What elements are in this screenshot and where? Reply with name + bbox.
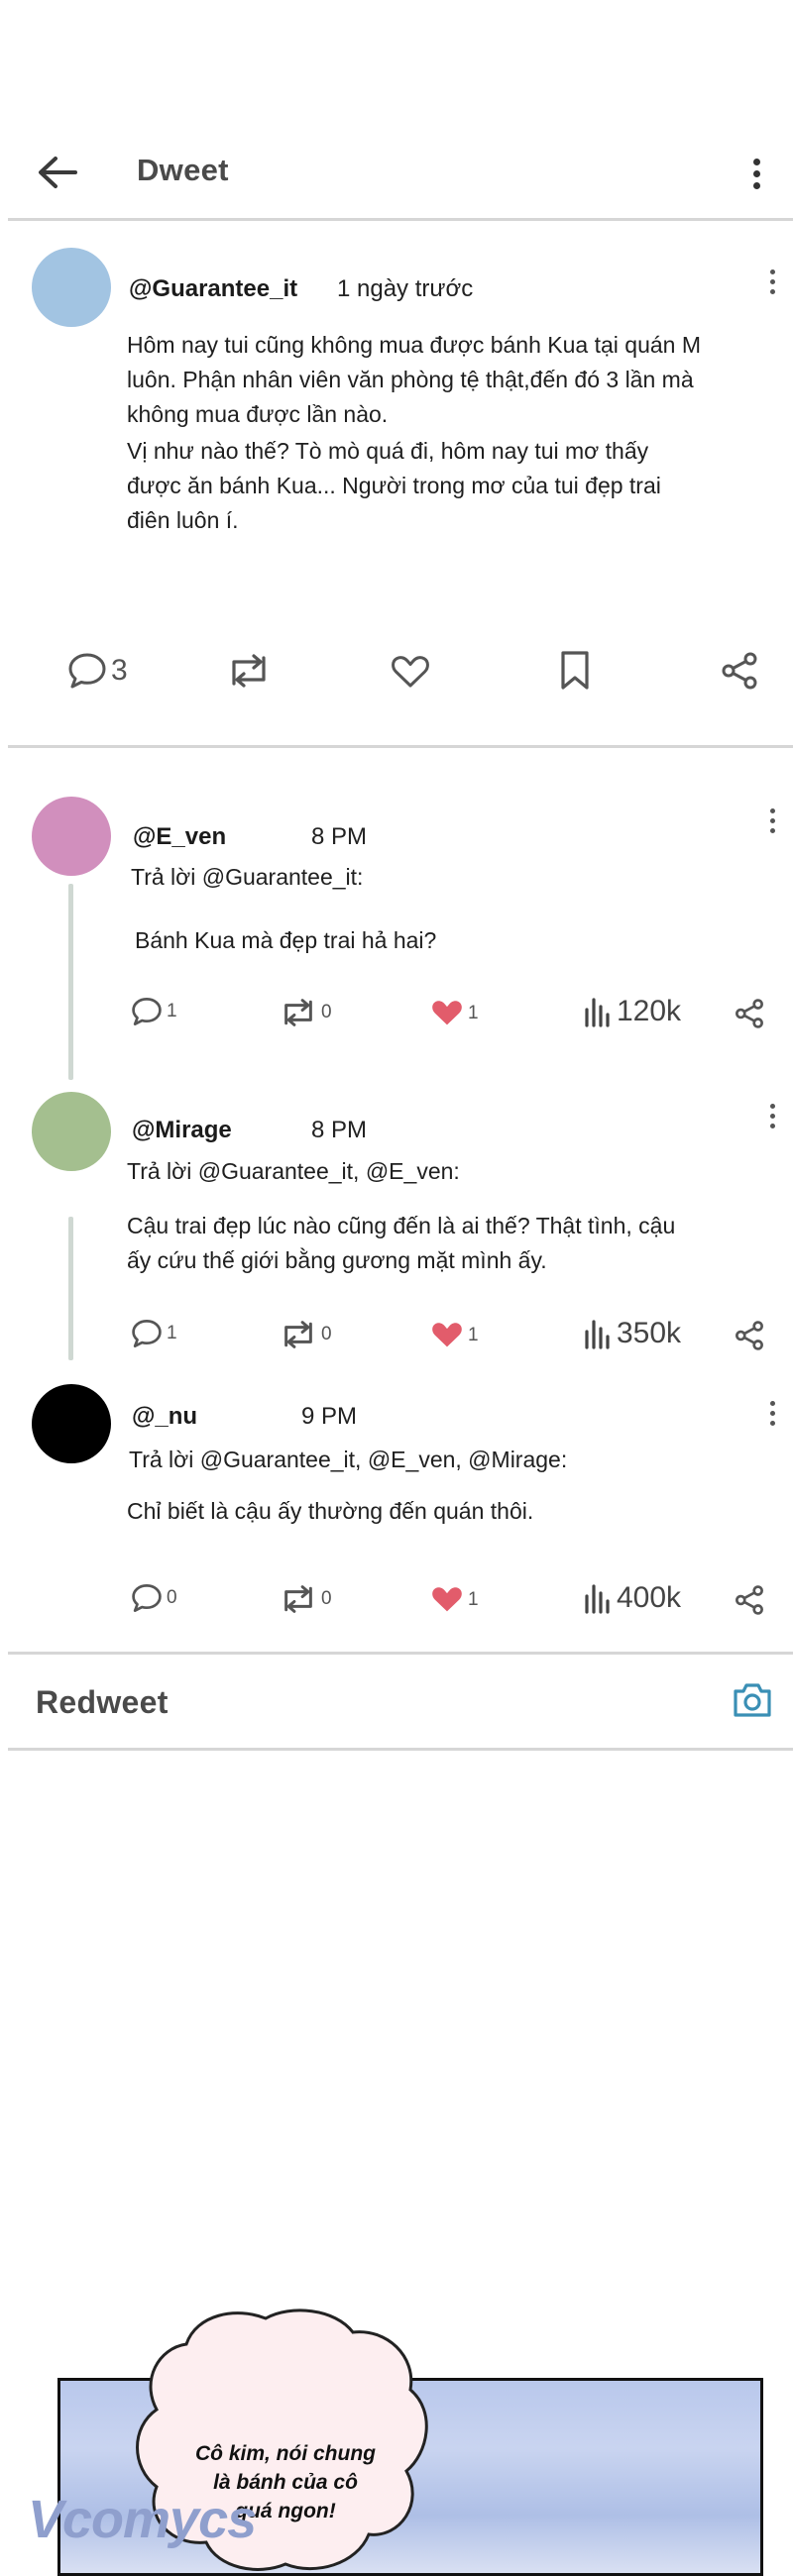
more-vertical-icon (753, 159, 760, 165)
share-icon (720, 652, 759, 690)
post-body-1: Hôm nay tui cũng không mua được bánh Kua… (127, 332, 701, 427)
avatar[interactable] (32, 1092, 111, 1171)
reply-to-label: Trả lời @Guarantee_it: (131, 864, 364, 890)
view-count: 120k (617, 995, 682, 1027)
comment-icon (131, 1319, 163, 1348)
like-button[interactable]: 1 (430, 1321, 479, 1349)
page-title: Dweet (137, 153, 229, 187)
bar-chart-icon (583, 1318, 613, 1349)
reply-menu-button[interactable] (770, 1104, 775, 1128)
redweet-button[interactable]: 0 (280, 999, 332, 1026)
redweet-button[interactable] (226, 654, 272, 688)
share-icon (734, 1321, 765, 1350)
post-divider (8, 745, 793, 748)
redweet-icon (280, 1585, 317, 1613)
more-vertical-icon (770, 808, 775, 813)
post-body-2: Vị như nào thế? Tò mò quá đi, hôm nay tu… (127, 438, 661, 533)
redweet-count: 0 (321, 1002, 332, 1022)
reply-time: 9 PM (301, 1403, 358, 1430)
reply-text: Cậu trai đẹp lúc nào cũng đến là ai thế?… (127, 1213, 676, 1273)
like-button[interactable]: 1 (430, 1585, 479, 1614)
like-count: 1 (468, 1324, 479, 1345)
comment-icon (131, 997, 163, 1026)
redweet-button[interactable]: 0 (280, 1321, 332, 1348)
more-vertical-icon (770, 1104, 775, 1109)
avatar[interactable] (32, 1384, 111, 1463)
bookmark-icon (558, 650, 592, 692)
heart-icon (430, 1321, 464, 1349)
share-button[interactable] (734, 1585, 765, 1615)
back-button[interactable] (36, 155, 79, 190)
avatar[interactable] (32, 797, 111, 876)
comment-button[interactable]: 3 (67, 652, 128, 690)
redweet-button[interactable]: 0 (280, 1585, 332, 1613)
thread-line (68, 884, 73, 1080)
post-time: 1 ngày trước (337, 275, 474, 302)
camera-icon (732, 1681, 773, 1719)
avatar[interactable] (32, 248, 111, 327)
comment-icon (67, 652, 107, 690)
redweet-icon (226, 654, 272, 688)
like-count: 1 (468, 1588, 479, 1610)
thread-line (68, 1217, 73, 1360)
reply-to-label: Trả lời @Guarantee_it, @E_ven: (127, 1158, 460, 1184)
reply-text: Chỉ biết là cậu ấy thường đến quán thôi. (127, 1498, 534, 1524)
reply-handle[interactable]: @E_ven (133, 823, 226, 851)
share-icon (734, 1585, 765, 1615)
post-menu-button[interactable] (770, 269, 775, 294)
redweet-count: 0 (321, 1588, 332, 1609)
comment-button[interactable]: 1 (131, 1319, 177, 1348)
more-vertical-icon (770, 1401, 775, 1406)
replies-divider (8, 1652, 793, 1655)
reply-handle[interactable]: @Mirage (132, 1117, 232, 1144)
share-button[interactable] (734, 999, 765, 1028)
header-divider (8, 218, 793, 221)
bubble-line: Cô kim, nói chung (195, 2442, 376, 2465)
heart-icon (430, 999, 464, 1027)
reply-menu-button[interactable] (770, 808, 775, 833)
comment-button[interactable]: 1 (131, 997, 177, 1026)
share-button[interactable] (734, 1321, 765, 1350)
comment-count: 3 (111, 654, 128, 687)
redweet-count: 0 (321, 1324, 332, 1344)
comment-count: 1 (167, 1001, 177, 1021)
views-button[interactable]: 350k (583, 1317, 681, 1350)
reply-to-label: Trả lời @Guarantee_it, @E_ven, @Mirage: (129, 1447, 568, 1472)
comment-count: 0 (167, 1587, 177, 1608)
bar-chart-icon (583, 1582, 613, 1614)
share-button[interactable] (720, 652, 759, 690)
reply-menu-button[interactable] (770, 1401, 775, 1426)
view-count: 400k (617, 1581, 682, 1614)
reply-handle[interactable]: @_nu (132, 1403, 197, 1431)
watermark: Vcomycs (28, 2490, 257, 2549)
like-button[interactable] (391, 655, 430, 689)
views-button[interactable]: 400k (583, 1581, 681, 1615)
heart-icon (391, 655, 430, 689)
arrow-left-icon (36, 155, 79, 190)
reply-text: Bánh Kua mà đẹp trai hả hai? (135, 927, 437, 953)
bookmark-button[interactable] (558, 650, 592, 692)
redweet-title: Redweet (36, 1684, 169, 1720)
comment-button[interactable]: 0 (131, 1583, 177, 1613)
redweet-divider (8, 1748, 793, 1751)
heart-icon (430, 1585, 464, 1614)
more-vertical-icon (770, 269, 775, 274)
like-button[interactable]: 1 (430, 999, 479, 1027)
views-button[interactable]: 120k (583, 995, 681, 1028)
post-handle[interactable]: @Guarantee_it (129, 275, 297, 303)
comment-icon (131, 1583, 163, 1613)
redweet-icon (280, 999, 317, 1026)
reply-time: 8 PM (311, 823, 368, 850)
header-menu-button[interactable] (753, 159, 760, 189)
camera-button[interactable] (732, 1681, 773, 1719)
share-icon (734, 999, 765, 1028)
reply-time: 8 PM (311, 1117, 368, 1143)
like-count: 1 (468, 1002, 479, 1023)
view-count: 350k (617, 1317, 682, 1349)
bar-chart-icon (583, 996, 613, 1027)
comment-count: 1 (167, 1323, 177, 1343)
redweet-icon (280, 1321, 317, 1348)
